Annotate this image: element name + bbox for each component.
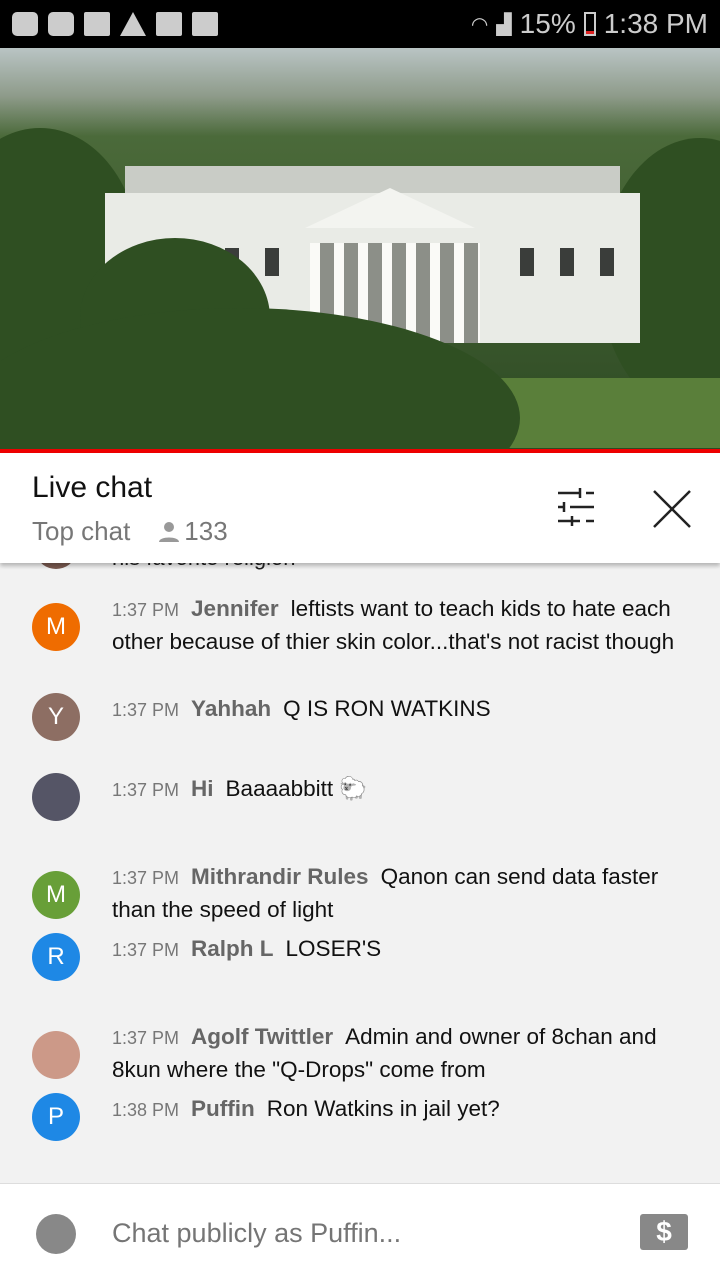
- message-author[interactable]: Yahhah: [191, 696, 271, 721]
- avatar: [32, 1031, 80, 1079]
- message-text: Q IS RON WATKINS: [283, 696, 491, 721]
- message-time: 1:37 PM: [112, 868, 180, 888]
- message-author[interactable]: Jennifer: [191, 596, 279, 621]
- battery-percent: 15%: [519, 8, 576, 39]
- avatar: Y: [32, 693, 80, 741]
- status-bar: ◠ ▟ 15% 1:38 PM: [0, 0, 720, 48]
- person-icon: [159, 521, 180, 542]
- chat-header: Live chat Top chat 133: [0, 453, 720, 563]
- chat-mode-dropdown[interactable]: Top chat: [32, 516, 130, 547]
- message-author[interactable]: Mithrandir Rules: [191, 864, 369, 889]
- message-text: LOSER'S: [285, 936, 382, 961]
- emoji-icon[interactable]: [36, 1214, 76, 1254]
- message-time: 1:37 PM: [112, 940, 180, 960]
- message-time: 1:37 PM: [112, 780, 180, 800]
- chat-input[interactable]: [112, 1218, 612, 1249]
- signal-icon: ▟: [496, 13, 512, 36]
- chat-messages[interactable]: his favorite religion M 1:37 PMJenniferl…: [0, 563, 720, 1183]
- message-time: 1:37 PM: [112, 1028, 180, 1048]
- chat-input-bar: $: [0, 1183, 720, 1280]
- message-author[interactable]: Agolf Twittler: [191, 1024, 333, 1049]
- avatar: P: [32, 1093, 80, 1141]
- close-icon[interactable]: [650, 487, 694, 531]
- warning-icon: [120, 12, 146, 36]
- video-player[interactable]: [0, 48, 720, 449]
- message-text: Baaaabbitt: [225, 776, 334, 801]
- folder-icon: [84, 12, 110, 36]
- avatar: M: [32, 603, 80, 651]
- message-author[interactable]: Ralph L: [191, 936, 274, 961]
- youtube-icon: [48, 12, 74, 36]
- message-text: his favorite religion: [112, 563, 295, 571]
- avatar: [32, 773, 80, 821]
- clock: 1:38 PM: [603, 8, 708, 39]
- battery-icon: [583, 12, 596, 36]
- chat-title: Live chat: [32, 471, 153, 504]
- message-text: Ron Watkins in jail yet?: [266, 1096, 500, 1121]
- avatar: [38, 563, 74, 569]
- message-time: 1:37 PM: [112, 600, 180, 620]
- wifi-icon: ◠: [470, 13, 489, 36]
- avatar: R: [32, 933, 80, 981]
- image-icon: [156, 12, 182, 36]
- avatar: M: [32, 871, 80, 919]
- filter-icon[interactable]: [554, 487, 598, 527]
- app-icon: [12, 12, 38, 36]
- viewer-count: 133: [184, 516, 228, 546]
- super-chat-icon[interactable]: $: [640, 1214, 688, 1250]
- sheep-emoji-icon: 🐑: [333, 776, 368, 801]
- message-time: 1:38 PM: [112, 1100, 180, 1120]
- message-author[interactable]: Hi: [191, 776, 214, 801]
- message-time: 1:37 PM: [112, 700, 180, 720]
- news-icon: [192, 12, 218, 36]
- message-author[interactable]: Puffin: [191, 1096, 255, 1121]
